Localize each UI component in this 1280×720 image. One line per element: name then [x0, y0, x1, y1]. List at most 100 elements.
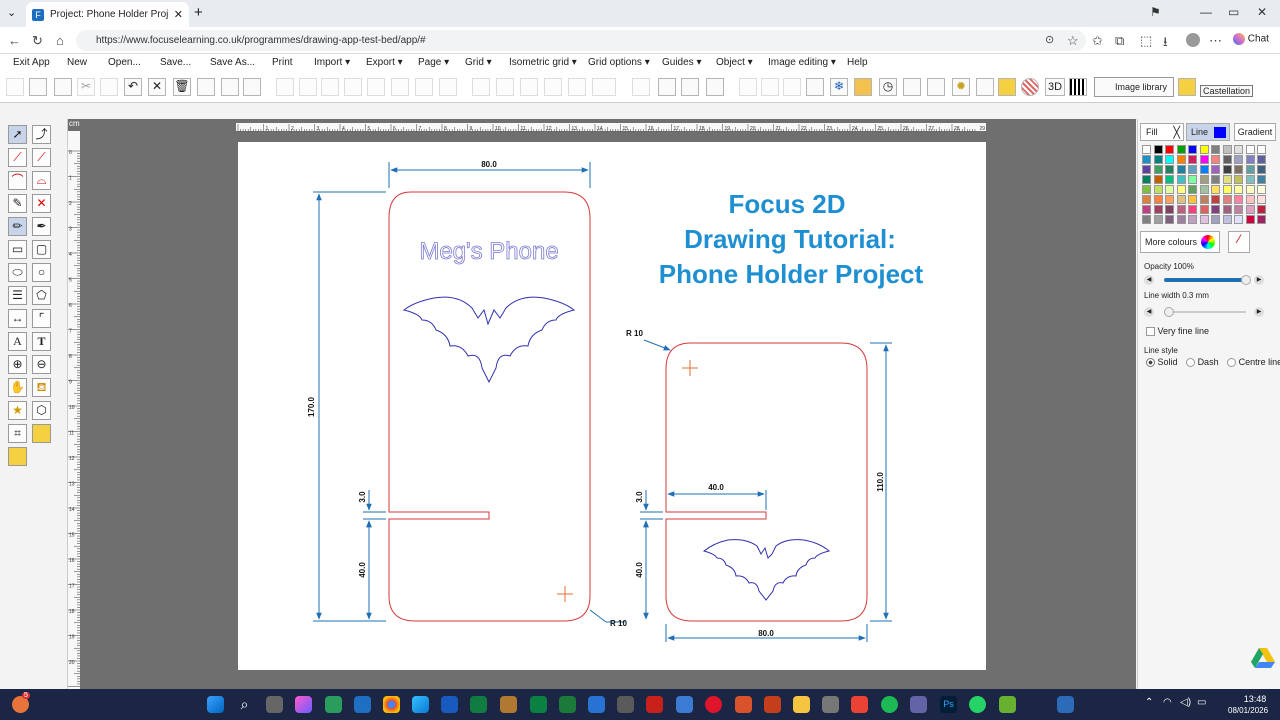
more-colours-button[interactable]: More colours — [1140, 231, 1220, 253]
triangle-ruler-icon[interactable] — [8, 447, 27, 466]
palette-swatch[interactable] — [1211, 145, 1220, 154]
minimize-button[interactable]: — — [1200, 5, 1212, 19]
palette-swatch[interactable] — [1188, 165, 1197, 174]
style-solid-option[interactable]: Solid — [1146, 357, 1178, 368]
palette-swatch[interactable] — [1222, 145, 1232, 154]
pan-hand-icon[interactable]: ✋ — [8, 378, 27, 397]
flip-v-icon[interactable] — [496, 78, 514, 96]
favorite-star-icon[interactable]: ☆ — [1067, 33, 1079, 49]
app-icon-7[interactable] — [617, 696, 634, 713]
rectangle-tool-icon[interactable]: ▭ — [8, 240, 27, 259]
pen-tool-icon[interactable]: ✒ — [32, 217, 51, 236]
app-icon-6[interactable] — [588, 696, 605, 713]
component-icon[interactable] — [854, 78, 872, 96]
palette-swatch[interactable] — [1222, 215, 1232, 224]
spotify-icon[interactable] — [881, 696, 898, 713]
align-right-icon[interactable] — [321, 78, 339, 96]
opacity-inc-icon[interactable]: ▶ — [1254, 275, 1264, 285]
palette-swatch[interactable] — [1142, 195, 1151, 204]
flip-h-icon[interactable] — [472, 78, 490, 96]
opacity-dec-icon[interactable]: ◀ — [1144, 275, 1154, 285]
palette-swatch[interactable] — [1153, 145, 1163, 154]
zoom-out-icon[interactable]: ⊖ — [32, 355, 51, 374]
palette-swatch[interactable] — [1199, 215, 1209, 224]
edge-icon[interactable] — [412, 696, 429, 713]
line-width-thumb[interactable] — [1164, 307, 1174, 317]
palette-swatch[interactable] — [1245, 215, 1255, 224]
palette-swatch[interactable] — [1257, 155, 1266, 164]
palette-swatch[interactable] — [1142, 145, 1151, 154]
zoom-in-icon[interactable]: ⊕ — [8, 355, 27, 374]
scissors-icon[interactable]: ✂ — [77, 78, 95, 96]
angle-input[interactable] — [592, 78, 616, 96]
layers-icon[interactable] — [998, 78, 1016, 96]
pen-tool-icon[interactable] — [739, 78, 757, 96]
arc-tool-icon[interactable]: ⌒ — [8, 171, 27, 190]
palette-swatch[interactable] — [1222, 185, 1232, 194]
brush-tool-icon[interactable]: ✎ — [8, 194, 27, 213]
gear-icon[interactable]: ✹ — [952, 78, 970, 96]
rotate-icon[interactable] — [520, 78, 538, 96]
palette-swatch[interactable] — [1211, 185, 1220, 194]
radio-dash[interactable] — [1186, 358, 1196, 368]
reload-icon[interactable]: ↻ — [32, 33, 43, 49]
fillet-tool-icon[interactable]: ⌜ — [32, 309, 51, 328]
opacity-thumb[interactable] — [1241, 275, 1251, 285]
frame-icon[interactable] — [927, 78, 945, 96]
palette-swatch[interactable] — [1257, 195, 1266, 204]
3d-button[interactable]: 3D — [1045, 78, 1065, 96]
menu-guides[interactable]: Guides ▾ — [662, 54, 701, 68]
start-icon[interactable] — [207, 696, 224, 713]
app-icon-8[interactable] — [676, 696, 693, 713]
tray-chevron-icon[interactable]: ⌃ — [1145, 697, 1153, 708]
rounded-rect-tool-icon[interactable]: ▢ — [32, 240, 51, 259]
palette-swatch[interactable] — [1222, 175, 1232, 184]
palette-swatch[interactable] — [1245, 205, 1255, 214]
palette-swatch[interactable] — [1222, 205, 1232, 214]
delete-x-icon[interactable]: ✕ — [148, 78, 166, 96]
download-icon[interactable]: ⭳ — [1163, 33, 1168, 55]
chain-icon[interactable] — [783, 78, 801, 96]
task-view-icon[interactable] — [266, 696, 283, 713]
palette-swatch[interactable] — [1234, 205, 1243, 214]
menu-isometric-grid[interactable]: Isometric grid ▾ — [509, 54, 577, 68]
polygon-tool-icon[interactable]: ⬠ — [32, 286, 51, 305]
palette-swatch[interactable] — [1176, 145, 1186, 154]
forward-icon[interactable] — [415, 78, 433, 96]
line-snap-tool-icon[interactable]: ⟋ — [32, 148, 51, 167]
palette-swatch[interactable] — [1245, 195, 1255, 204]
snap-icon[interactable] — [632, 78, 650, 96]
back-icon[interactable]: ← — [8, 33, 21, 48]
google-drive-icon[interactable] — [1251, 646, 1275, 668]
palette-swatch[interactable] — [1199, 185, 1209, 194]
palette-swatch[interactable] — [1188, 175, 1197, 184]
menu-exit-app[interactable]: Exit App — [13, 54, 50, 68]
menu-image-editing[interactable]: Image editing ▾ — [768, 54, 836, 68]
palette-swatch[interactable] — [1234, 155, 1243, 164]
pattern-tool-icon[interactable] — [32, 424, 51, 443]
menu-print[interactable]: Print — [272, 54, 293, 68]
palette-swatch[interactable] — [1142, 155, 1151, 164]
home-icon[interactable]: ⌂ — [56, 33, 64, 48]
opacity-slider[interactable]: ◀ ▶ — [1144, 274, 1274, 286]
line-tool-icon[interactable]: ⟋ — [8, 148, 27, 167]
favorites-icon[interactable]: ✩ — [1092, 33, 1103, 49]
palette-swatch[interactable] — [1142, 165, 1151, 174]
palette-swatch[interactable] — [1199, 175, 1209, 184]
powerpoint-icon[interactable] — [764, 696, 781, 713]
radio-centre[interactable] — [1227, 358, 1237, 368]
photoshop-icon[interactable]: Ps — [940, 696, 957, 713]
excel-icon[interactable] — [470, 696, 487, 713]
star-tool-icon[interactable]: ★ — [8, 401, 27, 420]
text-tool-icon[interactable]: A — [8, 332, 27, 351]
trash-icon[interactable]: 🗑 — [173, 78, 191, 96]
menu-save[interactable]: Save... — [160, 54, 191, 68]
new-tab-button[interactable]: + — [194, 4, 203, 21]
palette-swatch[interactable] — [1245, 155, 1255, 164]
link-icon[interactable] — [761, 78, 779, 96]
circle-tool-icon[interactable]: ○ — [32, 263, 51, 282]
palette-swatch[interactable] — [1199, 165, 1209, 174]
horizontal-ruler[interactable]: 1 2 3 4 5 6 7 8 9 10 11 12 13 14 15 16 17 18 19 20 21 22 23 24 2… — [236, 123, 986, 132]
close-tab-icon[interactable]: ✕ — [174, 8, 183, 21]
box-icon[interactable] — [976, 78, 994, 96]
